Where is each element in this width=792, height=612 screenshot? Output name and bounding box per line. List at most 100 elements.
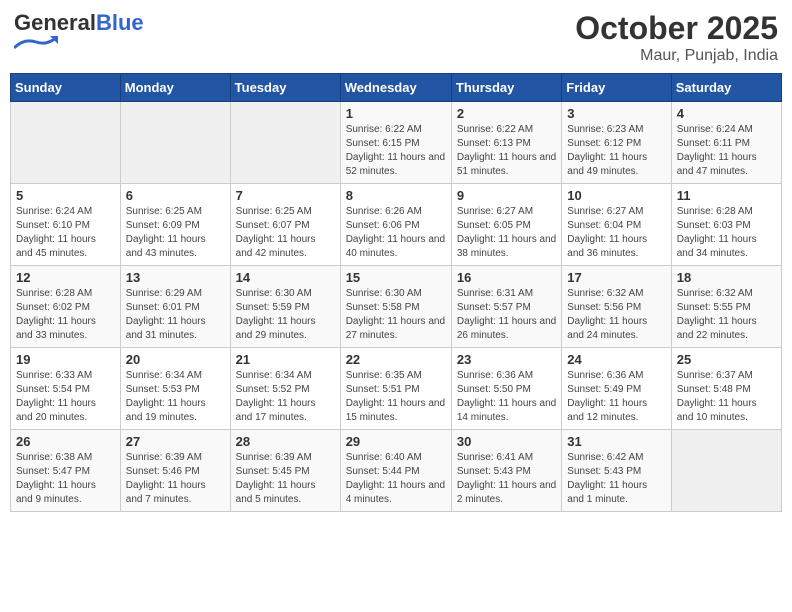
day-number: 12 <box>16 270 115 285</box>
cell-content: Sunrise: 6:34 AMSunset: 5:52 PMDaylight:… <box>236 369 335 425</box>
calendar-cell: 27 Sunrise: 6:39 AMSunset: 5:46 PMDayligh… <box>120 430 230 512</box>
calendar-cell: 31 Sunrise: 6:42 AMSunset: 5:43 PMDayligh… <box>562 430 671 512</box>
cell-content: Sunrise: 6:39 AMSunset: 5:45 PMDaylight:… <box>236 451 335 507</box>
column-header-friday: Friday <box>562 74 671 102</box>
calendar-cell: 10 Sunrise: 6:27 AMSunset: 6:04 PMDayligh… <box>562 184 671 266</box>
calendar-cell: 16 Sunrise: 6:31 AMSunset: 5:57 PMDayligh… <box>451 266 561 348</box>
calendar-cell: 23Sunrise: 6:36 AMSunset: 5:50 PMDayligh… <box>451 348 561 430</box>
cell-content: Sunrise: 6:23 AMSunset: 6:12 PMDaylight:… <box>567 123 665 179</box>
cell-content: Sunrise: 6:30 AMSunset: 5:58 PMDaylight:… <box>346 287 446 343</box>
calendar-cell: 11 Sunrise: 6:28 AMSunset: 6:03 PMDayligh… <box>671 184 781 266</box>
cell-content: Sunrise: 6:24 AMSunset: 6:10 PMDaylight:… <box>16 205 115 261</box>
day-number: 18 <box>677 270 776 285</box>
day-number: 25 <box>677 352 776 367</box>
page-subtitle: Maur, Punjab, India <box>575 47 778 65</box>
calendar-cell: 2Sunrise: 6:22 AMSunset: 6:13 PMDaylight… <box>451 102 561 184</box>
cell-content: Sunrise: 6:24 AMSunset: 6:11 PMDaylight:… <box>677 123 776 179</box>
cell-content: Sunrise: 6:40 AMSunset: 5:44 PMDaylight:… <box>346 451 446 507</box>
calendar-cell <box>120 102 230 184</box>
calendar-cell: 25 Sunrise: 6:37 AMSunset: 5:48 PMDayligh… <box>671 348 781 430</box>
calendar-cell: 5 Sunrise: 6:24 AMSunset: 6:10 PMDaylight… <box>11 184 121 266</box>
calendar-cell: 12 Sunrise: 6:28 AMSunset: 6:02 PMDayligh… <box>11 266 121 348</box>
calendar-cell: 4 Sunrise: 6:24 AMSunset: 6:11 PMDaylight… <box>671 102 781 184</box>
logo-blue: Blue <box>96 10 144 36</box>
column-header-saturday: Saturday <box>671 74 781 102</box>
cell-content: Sunrise: 6:39 AMSunset: 5:46 PMDaylight:… <box>126 451 225 507</box>
calendar-cell: 19Sunrise: 6:33 AMSunset: 5:54 PMDayligh… <box>11 348 121 430</box>
column-header-monday: Monday <box>120 74 230 102</box>
calendar-cell: 8 Sunrise: 6:26 AMSunset: 6:06 PMDaylight… <box>340 184 451 266</box>
cell-content: Sunrise: 6:22 AMSunset: 6:15 PMDaylight:… <box>346 123 446 179</box>
cell-content: Sunrise: 6:37 AMSunset: 5:48 PMDaylight:… <box>677 369 776 425</box>
calendar-cell: 14Sunrise: 6:30 AMSunset: 5:59 PMDayligh… <box>230 266 340 348</box>
calendar-cell <box>11 102 121 184</box>
day-number: 17 <box>567 270 665 285</box>
day-number: 28 <box>236 434 335 449</box>
day-number: 6 <box>126 188 225 203</box>
cell-content: Sunrise: 6:34 AMSunset: 5:53 PMDaylight:… <box>126 369 225 425</box>
day-number: 3 <box>567 106 665 121</box>
page-title: October 2025 <box>575 10 778 47</box>
calendar-cell: 18 Sunrise: 6:32 AMSunset: 5:55 PMDayligh… <box>671 266 781 348</box>
cell-content: Sunrise: 6:25 AMSunset: 6:09 PMDaylight:… <box>126 205 225 261</box>
calendar-cell: 28 Sunrise: 6:39 AMSunset: 5:45 PMDayligh… <box>230 430 340 512</box>
day-number: 1 <box>346 106 446 121</box>
cell-content: Sunrise: 6:31 AMSunset: 5:57 PMDaylight:… <box>457 287 556 343</box>
calendar-cell: 29Sunrise: 6:40 AMSunset: 5:44 PMDayligh… <box>340 430 451 512</box>
calendar-table: SundayMondayTuesdayWednesdayThursdayFrid… <box>10 73 782 512</box>
logo: General Blue <box>14 10 144 50</box>
cell-content: Sunrise: 6:27 AMSunset: 6:04 PMDaylight:… <box>567 205 665 261</box>
cell-content: Sunrise: 6:29 AMSunset: 6:01 PMDaylight:… <box>126 287 225 343</box>
cell-content: Sunrise: 6:25 AMSunset: 6:07 PMDaylight:… <box>236 205 335 261</box>
calendar-cell <box>671 430 781 512</box>
calendar-cell: 26 Sunrise: 6:38 AMSunset: 5:47 PMDayligh… <box>11 430 121 512</box>
day-number: 27 <box>126 434 225 449</box>
cell-content: Sunrise: 6:27 AMSunset: 6:05 PMDaylight:… <box>457 205 556 261</box>
calendar-cell: 6 Sunrise: 6:25 AMSunset: 6:09 PMDaylight… <box>120 184 230 266</box>
day-number: 16 <box>457 270 556 285</box>
cell-content: Sunrise: 6:42 AMSunset: 5:43 PMDaylight:… <box>567 451 665 507</box>
day-number: 2 <box>457 106 556 121</box>
calendar-cell: 1 Sunrise: 6:22 AMSunset: 6:15 PMDaylight… <box>340 102 451 184</box>
calendar-cell: 22Sunrise: 6:35 AMSunset: 5:51 PMDayligh… <box>340 348 451 430</box>
cell-content: Sunrise: 6:28 AMSunset: 6:03 PMDaylight:… <box>677 205 776 261</box>
cell-content: Sunrise: 6:30 AMSunset: 5:59 PMDaylight:… <box>236 287 335 343</box>
calendar-cell: 9 Sunrise: 6:27 AMSunset: 6:05 PMDaylight… <box>451 184 561 266</box>
title-block: October 2025 Maur, Punjab, India <box>575 10 778 65</box>
day-number: 11 <box>677 188 776 203</box>
column-header-tuesday: Tuesday <box>230 74 340 102</box>
logo-icon <box>14 36 58 50</box>
day-number: 4 <box>677 106 776 121</box>
cell-content: Sunrise: 6:38 AMSunset: 5:47 PMDaylight:… <box>16 451 115 507</box>
cell-content: Sunrise: 6:32 AMSunset: 5:56 PMDaylight:… <box>567 287 665 343</box>
day-number: 5 <box>16 188 115 203</box>
calendar-week-row: 1 Sunrise: 6:22 AMSunset: 6:15 PMDaylight… <box>11 102 782 184</box>
cell-content: Sunrise: 6:32 AMSunset: 5:55 PMDaylight:… <box>677 287 776 343</box>
day-number: 8 <box>346 188 446 203</box>
calendar-cell: 21 Sunrise: 6:34 AMSunset: 5:52 PMDayligh… <box>230 348 340 430</box>
calendar-cell: 7 Sunrise: 6:25 AMSunset: 6:07 PMDaylight… <box>230 184 340 266</box>
calendar-cell: 20Sunrise: 6:34 AMSunset: 5:53 PMDayligh… <box>120 348 230 430</box>
cell-content: Sunrise: 6:41 AMSunset: 5:43 PMDaylight:… <box>457 451 556 507</box>
logo-general: General <box>14 10 96 36</box>
day-number: 10 <box>567 188 665 203</box>
day-number: 9 <box>457 188 556 203</box>
day-number: 21 <box>236 352 335 367</box>
day-number: 13 <box>126 270 225 285</box>
day-number: 7 <box>236 188 335 203</box>
day-number: 22 <box>346 352 446 367</box>
cell-content: Sunrise: 6:33 AMSunset: 5:54 PMDaylight:… <box>16 369 115 425</box>
cell-content: Sunrise: 6:28 AMSunset: 6:02 PMDaylight:… <box>16 287 115 343</box>
column-header-thursday: Thursday <box>451 74 561 102</box>
calendar-cell: 13 Sunrise: 6:29 AMSunset: 6:01 PMDayligh… <box>120 266 230 348</box>
day-number: 30 <box>457 434 556 449</box>
column-header-wednesday: Wednesday <box>340 74 451 102</box>
calendar-cell: 30 Sunrise: 6:41 AMSunset: 5:43 PMDayligh… <box>451 430 561 512</box>
day-number: 26 <box>16 434 115 449</box>
cell-content: Sunrise: 6:36 AMSunset: 5:50 PMDaylight:… <box>457 369 556 425</box>
cell-content: Sunrise: 6:26 AMSunset: 6:06 PMDaylight:… <box>346 205 446 261</box>
calendar-week-row: 12 Sunrise: 6:28 AMSunset: 6:02 PMDayligh… <box>11 266 782 348</box>
calendar-week-row: 5 Sunrise: 6:24 AMSunset: 6:10 PMDaylight… <box>11 184 782 266</box>
day-number: 31 <box>567 434 665 449</box>
page-header: General Blue October 2025 Maur, Punjab, … <box>10 10 782 65</box>
